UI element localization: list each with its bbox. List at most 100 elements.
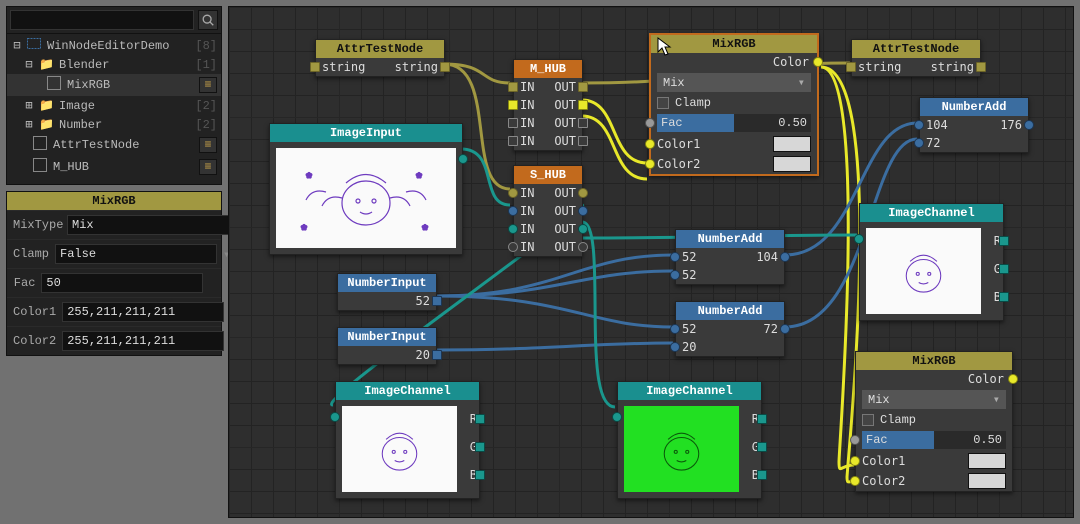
port-out[interactable]: [1024, 120, 1034, 130]
port-out[interactable]: [578, 188, 588, 198]
port-in[interactable]: [508, 82, 518, 92]
prop-mixtype[interactable]: MixType ▾: [7, 210, 221, 239]
port-out-color[interactable]: [813, 57, 823, 67]
port-out[interactable]: [578, 100, 588, 110]
port-in[interactable]: [846, 62, 856, 72]
clamp-checkbox[interactable]: Clamp: [856, 411, 1012, 429]
fac-slider[interactable]: Fac 0.50: [657, 114, 811, 132]
node-s-hub[interactable]: S_HUB INOUT INOUT INOUT INOUT: [513, 165, 583, 257]
port-b[interactable]: [757, 470, 767, 480]
node-numberadd-2[interactable]: NumberAdd 52 72 20: [675, 301, 785, 357]
port-color2[interactable]: [645, 159, 655, 169]
sort-icon[interactable]: ≡: [199, 77, 217, 93]
port-out[interactable]: [578, 224, 588, 234]
port-b[interactable]: [670, 270, 680, 280]
port-color1[interactable]: [850, 456, 860, 466]
port-g[interactable]: [475, 442, 485, 452]
port-in[interactable]: [330, 412, 340, 422]
port-b[interactable]: [999, 292, 1009, 302]
clamp-field[interactable]: [55, 244, 217, 264]
sort-icon[interactable]: ≡: [199, 137, 217, 153]
port-out[interactable]: [578, 118, 588, 128]
port-in[interactable]: [508, 118, 518, 128]
port-out[interactable]: [432, 350, 442, 360]
color1-field[interactable]: [62, 302, 224, 322]
mix-dropdown[interactable]: Mix ▾: [862, 390, 1006, 409]
port-in[interactable]: [854, 234, 864, 244]
port-r[interactable]: [757, 414, 767, 424]
node-numberadd-3[interactable]: NumberAdd 104 176 72: [919, 97, 1029, 153]
prop-clamp[interactable]: Clamp ▾: [7, 239, 221, 268]
port-b[interactable]: [914, 138, 924, 148]
port-out[interactable]: [578, 206, 588, 216]
tree-number[interactable]: ⊞ 📁 Number [2]: [7, 115, 221, 134]
node-mixrgb-1[interactable]: MixRGB Color Mix ▾ Clamp Fac 0.50 Color1: [649, 33, 819, 176]
port-out[interactable]: [432, 296, 442, 306]
port-out[interactable]: [780, 252, 790, 262]
mixtype-field[interactable]: [67, 215, 229, 235]
clamp-checkbox[interactable]: Clamp: [651, 94, 817, 112]
tree-blender[interactable]: ⊟ 📁 Blender [1]: [7, 55, 221, 74]
fac-field[interactable]: [41, 273, 203, 293]
sort-icon[interactable]: ≡: [199, 159, 217, 175]
port-in[interactable]: [508, 188, 518, 198]
color2-field[interactable]: [62, 331, 224, 351]
fac-slider[interactable]: Fac 0.50: [862, 431, 1006, 449]
port-g[interactable]: [757, 442, 767, 452]
port-out[interactable]: [458, 154, 468, 164]
port-in[interactable]: [508, 242, 518, 252]
tree-mixrgb[interactable]: MixRGB ≡: [7, 74, 221, 96]
color1-swatch[interactable]: [968, 453, 1006, 469]
port-a[interactable]: [670, 324, 680, 334]
color2-swatch[interactable]: [968, 473, 1006, 489]
node-imageinput[interactable]: ImageInput ❀❀❀❀: [269, 123, 463, 255]
port-out[interactable]: [780, 324, 790, 334]
port-fac[interactable]: [850, 435, 860, 445]
port-in[interactable]: [508, 136, 518, 146]
node-imagechannel-3[interactable]: ImageChannel R G B: [859, 203, 1004, 321]
prop-color2[interactable]: Color2: [7, 326, 221, 355]
color2-swatch[interactable]: [773, 156, 811, 172]
port-out[interactable]: [440, 62, 450, 72]
tree-root[interactable]: ⊟ WinNodeEditorDemo [8]: [7, 36, 221, 55]
port-fac[interactable]: [645, 118, 655, 128]
node-mixrgb-2[interactable]: MixRGB Color Mix ▾ Clamp Fac 0.50 Color1: [855, 351, 1013, 492]
port-in[interactable]: [508, 224, 518, 234]
node-attrtestnode-2[interactable]: AttrTestNode string string: [851, 39, 981, 77]
port-b[interactable]: [475, 470, 485, 480]
port-in[interactable]: [310, 62, 320, 72]
port-out[interactable]: [578, 242, 588, 252]
search-input[interactable]: [10, 10, 194, 30]
tree-mhub[interactable]: M_HUB ≡: [7, 156, 221, 178]
port-out[interactable]: [578, 136, 588, 146]
prop-color1[interactable]: Color1: [7, 297, 221, 326]
port-in[interactable]: [612, 412, 622, 422]
port-color1[interactable]: [645, 139, 655, 149]
tree-attrtestnode[interactable]: AttrTestNode ≡: [7, 134, 221, 156]
node-numberadd-1[interactable]: NumberAdd 52 104 52: [675, 229, 785, 285]
color1-swatch[interactable]: [773, 136, 811, 152]
mix-dropdown[interactable]: Mix ▾: [657, 73, 811, 92]
port-r[interactable]: [475, 414, 485, 424]
port-r[interactable]: [999, 236, 1009, 246]
node-attrtestnode-1[interactable]: AttrTestNode string string: [315, 39, 445, 77]
search-button[interactable]: [198, 10, 218, 30]
port-a[interactable]: [670, 252, 680, 262]
port-color2[interactable]: [850, 476, 860, 486]
port-g[interactable]: [999, 264, 1009, 274]
tree-image[interactable]: ⊞ 📁 Image [2]: [7, 96, 221, 115]
prop-fac[interactable]: Fac: [7, 268, 221, 297]
node-m-hub[interactable]: M_HUB INOUT INOUT INOUT INOUT: [513, 59, 583, 151]
node-numberinput-1[interactable]: NumberInput 52: [337, 273, 437, 311]
node-editor-canvas[interactable]: AttrTestNode string string M_HUB INOUT I…: [228, 6, 1074, 518]
node-imagechannel-2[interactable]: ImageChannel R G B: [617, 381, 762, 499]
port-out-color[interactable]: [1008, 374, 1018, 384]
port-out[interactable]: [976, 62, 986, 72]
port-out[interactable]: [578, 82, 588, 92]
node-numberinput-2[interactable]: NumberInput 20: [337, 327, 437, 365]
port-b[interactable]: [670, 342, 680, 352]
port-in[interactable]: [508, 206, 518, 216]
port-in[interactable]: [508, 100, 518, 110]
node-imagechannel-1[interactable]: ImageChannel R G B: [335, 381, 480, 499]
port-a[interactable]: [914, 120, 924, 130]
